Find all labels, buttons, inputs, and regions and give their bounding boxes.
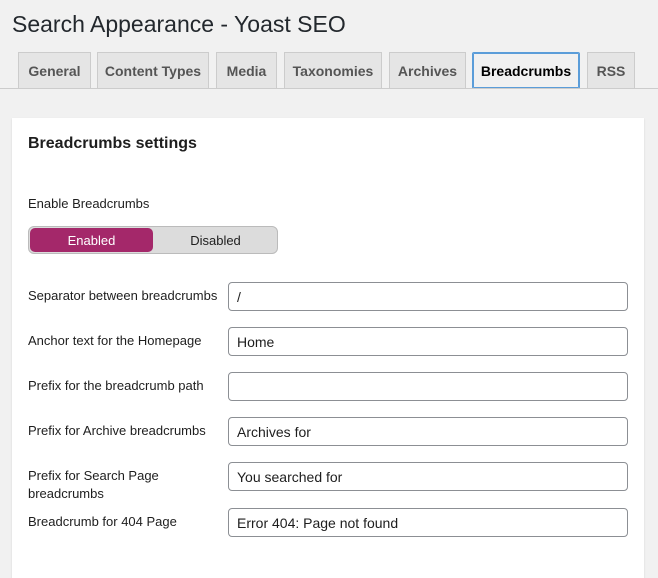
search-prefix-label: Prefix for Search Page breadcrumbs: [28, 468, 159, 501]
tab-taxonomies[interactable]: Taxonomies: [284, 52, 382, 88]
enable-breadcrumbs-toggle[interactable]: Enabled Disabled: [28, 226, 278, 254]
toggle-enabled-option[interactable]: Enabled: [30, 228, 153, 252]
homepage-anchor-label: Anchor text for the Homepage: [28, 333, 202, 348]
enable-breadcrumbs-label: Enable Breadcrumbs: [28, 196, 150, 211]
tab-general[interactable]: General: [18, 52, 91, 88]
search-prefix-input[interactable]: [228, 462, 628, 491]
404-input[interactable]: [228, 508, 628, 537]
tab-bar: General Content Types Media Taxonomies A…: [0, 52, 658, 89]
path-prefix-input[interactable]: [228, 372, 628, 401]
path-prefix-label: Prefix for the breadcrumb path: [28, 378, 204, 393]
panel-title: Breadcrumbs settings: [28, 135, 197, 152]
archive-prefix-label: Prefix for Archive breadcrumbs: [28, 423, 206, 438]
tab-archives[interactable]: Archives: [389, 52, 466, 88]
page-title: Search Appearance - Yoast SEO: [12, 11, 346, 37]
separator-label: Separator between breadcrumbs: [28, 288, 218, 303]
404-label: Breadcrumb for 404 Page: [28, 514, 177, 529]
separator-input[interactable]: [228, 282, 628, 311]
toggle-disabled-option[interactable]: Disabled: [154, 227, 277, 253]
breadcrumbs-settings-panel: Breadcrumbs settings Enable Breadcrumbs …: [12, 118, 644, 578]
tab-divider: [0, 88, 658, 89]
archive-prefix-input[interactable]: [228, 417, 628, 446]
homepage-anchor-input[interactable]: [228, 327, 628, 356]
tab-content-types[interactable]: Content Types: [97, 52, 209, 88]
tab-breadcrumbs[interactable]: Breadcrumbs: [472, 52, 580, 89]
tab-rss[interactable]: RSS: [587, 52, 635, 88]
tab-media[interactable]: Media: [216, 52, 277, 88]
